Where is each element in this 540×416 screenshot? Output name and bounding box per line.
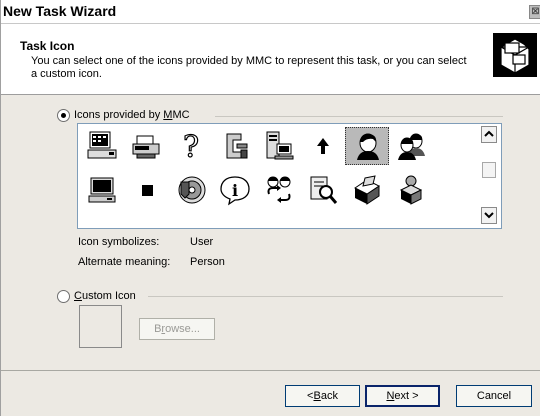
server-computer-icon[interactable]	[257, 127, 301, 165]
box-icon[interactable]	[345, 171, 389, 209]
header-description: You can select one of the icons provided…	[31, 55, 467, 80]
back-button[interactable]: < Back	[285, 385, 360, 407]
chevron-down-icon	[484, 212, 494, 219]
icon-symbolizes-value: User	[190, 236, 214, 248]
scroll-up-button[interactable]	[481, 126, 497, 143]
mmc-icons-radio[interactable]	[57, 109, 70, 122]
black-square-icon[interactable]	[125, 171, 169, 209]
info-icon[interactable]: i	[213, 171, 257, 209]
header-title: Task Icon	[20, 39, 75, 53]
user-icon[interactable]	[345, 127, 389, 165]
computer-monitor-icon[interactable]	[81, 171, 125, 209]
printer-computer-icon[interactable]	[125, 127, 169, 165]
search-document-icon[interactable]	[301, 171, 345, 209]
custom-icon-label[interactable]: Custom Icon	[74, 290, 136, 302]
cd-disc-icon[interactable]	[169, 171, 213, 209]
custom-icon-preview	[79, 305, 122, 348]
alternate-meaning-label: Alternate meaning:	[78, 256, 171, 268]
clamp-icon[interactable]	[213, 127, 257, 165]
title-bar: New Task Wizard ⊠	[1, 0, 540, 24]
bottom-separator	[1, 370, 540, 371]
alternate-meaning-value: Person	[190, 256, 225, 268]
radio-dot	[61, 113, 66, 118]
cancel-button[interactable]: Cancel	[456, 385, 532, 407]
question-mark-icon[interactable]: ?	[169, 127, 213, 165]
wizard-header: Task Icon You can select one of the icon…	[1, 24, 540, 95]
close-button[interactable]: ⊠	[529, 5, 540, 19]
browse-button[interactable]: Br owse...	[139, 318, 215, 340]
icon-symbolizes-label: Icon symbolizes:	[78, 236, 160, 248]
scroll-thumb[interactable]	[482, 162, 496, 178]
wizard-window: New Task Wizard ⊠ Task Icon You can sele…	[0, 0, 540, 416]
calendar-computer-icon[interactable]	[81, 127, 125, 165]
custom-icon-radio[interactable]	[57, 290, 70, 303]
chevron-up-icon	[484, 130, 494, 137]
window-title: New Task Wizard	[3, 3, 117, 19]
svg-text:?: ?	[183, 130, 199, 162]
mmc-icons-label[interactable]: Icons provided by MMC	[74, 109, 190, 121]
svg-text:i: i	[232, 181, 238, 200]
custom-group-separator	[148, 296, 503, 297]
scroll-down-button[interactable]	[481, 207, 497, 224]
shapes-icon[interactable]	[389, 171, 433, 209]
users-icon[interactable]	[389, 127, 433, 165]
users-refresh-icon[interactable]	[257, 171, 301, 209]
task-icon	[493, 33, 537, 77]
next-button[interactable]: Next >	[365, 385, 440, 407]
up-arrow-icon[interactable]	[301, 127, 345, 165]
mmc-group-separator	[215, 116, 503, 117]
